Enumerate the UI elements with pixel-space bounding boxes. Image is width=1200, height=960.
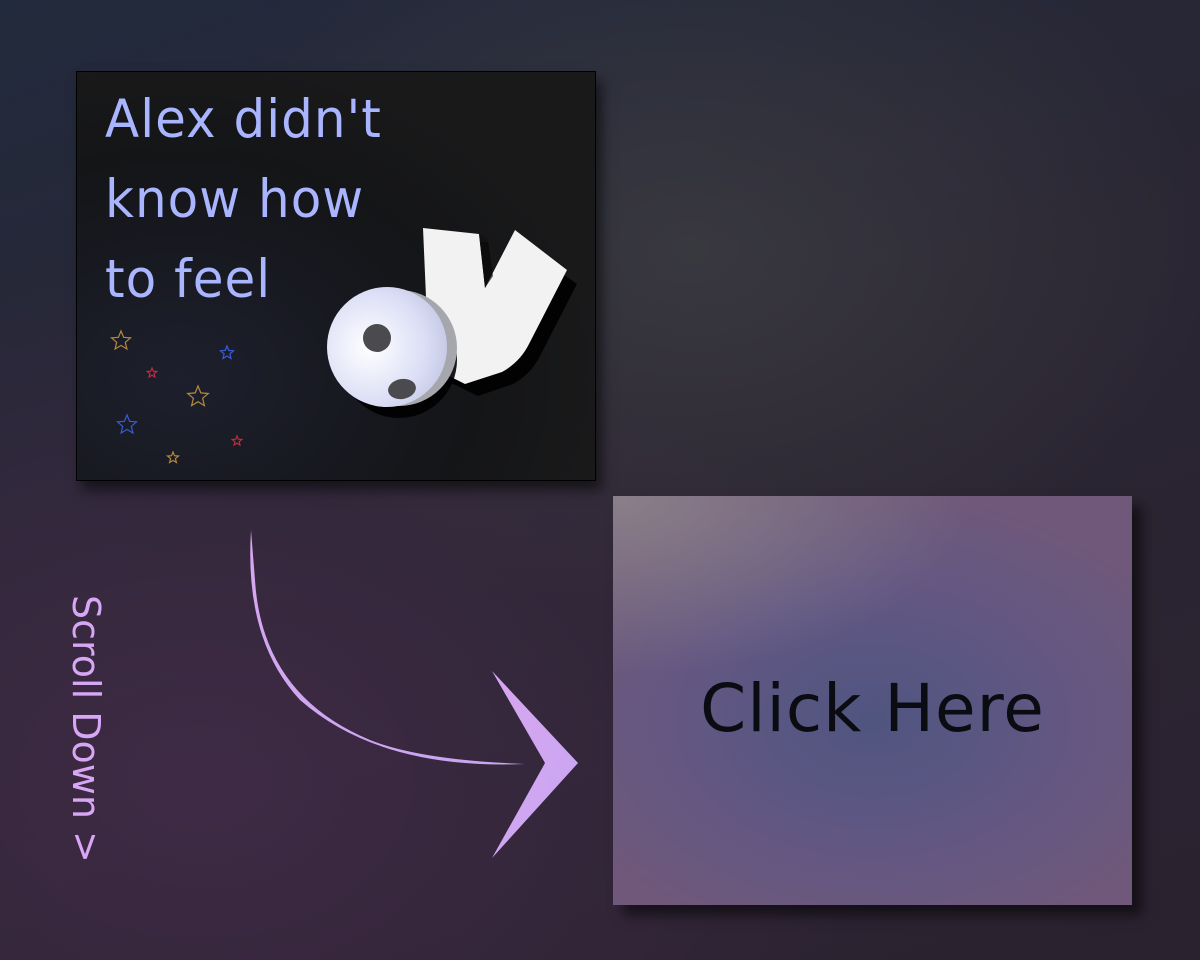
curved-arrow-icon [250, 530, 578, 858]
